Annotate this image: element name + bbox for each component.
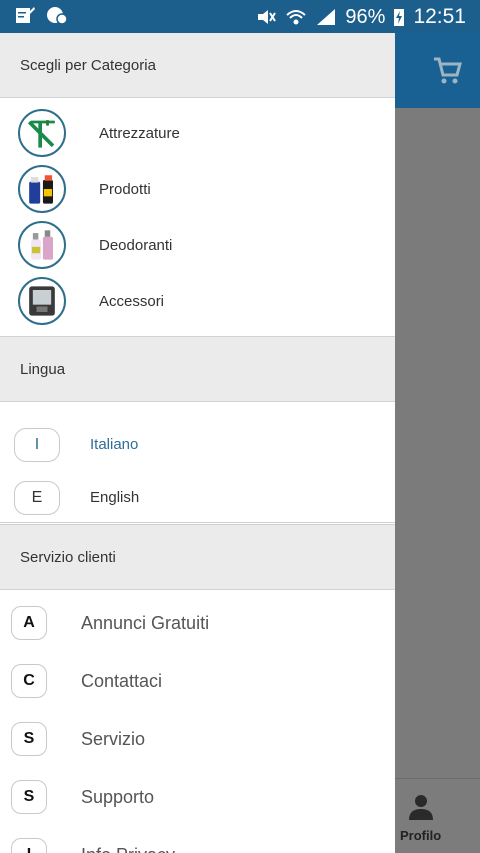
service-item-privacy[interactable]: I Info Privacy (0, 826, 395, 853)
customer-service-header: Servizio clienti (0, 525, 395, 590)
service-item-supporto[interactable]: S Supporto (0, 768, 395, 826)
language-item-english[interactable]: E English (0, 471, 395, 524)
customer-service-header-label: Servizio clienti (20, 548, 116, 566)
language-list: I Italiano E English (0, 402, 395, 525)
service-label: Annunci Gratuiti (81, 612, 210, 633)
service-badge: S (11, 780, 47, 814)
language-header-label: Lingua (20, 360, 66, 378)
language-badge: E (14, 480, 60, 515)
category-item-attrezzature[interactable]: Attrezzature (0, 105, 395, 161)
service-label: Contattaci (81, 670, 163, 691)
mute-icon (258, 10, 277, 24)
service-badge: I (11, 838, 47, 853)
category-label: Prodotti (99, 180, 151, 198)
language-label: Italiano (90, 436, 139, 453)
signal-icon (317, 9, 336, 25)
category-item-deodoranti[interactable]: Deodoranti (0, 217, 395, 273)
category-label: Attrezzature (99, 124, 180, 142)
language-header: Lingua (0, 337, 395, 402)
category-list: Attrezzature Prodotti Deodoranti Accesso… (0, 98, 395, 337)
battery-charging-icon (394, 9, 405, 26)
language-label: English (90, 489, 140, 506)
navigation-drawer: Scegli per Categoria Attrezzature Prodot… (0, 33, 395, 853)
service-badge: S (11, 722, 47, 756)
notes-icon (16, 7, 35, 23)
service-label: Servizio (81, 728, 146, 749)
service-badge: C (11, 664, 47, 698)
category-item-prodotti[interactable]: Prodotti (0, 161, 395, 217)
service-label: Supporto (81, 786, 155, 807)
category-item-accessori[interactable]: Accessori (0, 273, 395, 329)
sync-icon (47, 7, 68, 25)
clock: 12:51 (413, 5, 466, 28)
dispenser-icon (18, 277, 66, 325)
deodorant-icon (18, 221, 66, 269)
category-label: Accessori (99, 292, 165, 310)
tools-icon (18, 109, 66, 157)
categories-header-label: Scegli per Categoria (20, 56, 156, 74)
language-item-italiano[interactable]: I Italiano (0, 418, 395, 471)
profile-tab-label[interactable]: Profilo (400, 828, 441, 843)
service-item-servizio[interactable]: S Servizio (0, 710, 395, 768)
service-item-contattaci[interactable]: C Contattaci (0, 652, 395, 710)
service-badge: A (11, 606, 47, 640)
language-badge: I (14, 427, 60, 462)
service-item-annunci[interactable]: A Annunci Gratuiti (0, 594, 395, 652)
app-content-overlay[interactable] (395, 108, 480, 778)
profile-icon[interactable] (408, 793, 434, 821)
cart-icon[interactable] (432, 56, 462, 86)
service-label: Info Privacy (81, 845, 175, 853)
battery-percent: 96% (345, 5, 386, 28)
wifi-icon (286, 10, 307, 25)
cleaning-products-icon (18, 165, 66, 213)
customer-service-list: A Annunci Gratuiti C Contattaci S Serviz… (0, 590, 395, 853)
status-bar: 96% 12:51 (0, 0, 480, 33)
category-label: Deodoranti (99, 236, 173, 254)
categories-header: Scegli per Categoria (0, 33, 395, 98)
